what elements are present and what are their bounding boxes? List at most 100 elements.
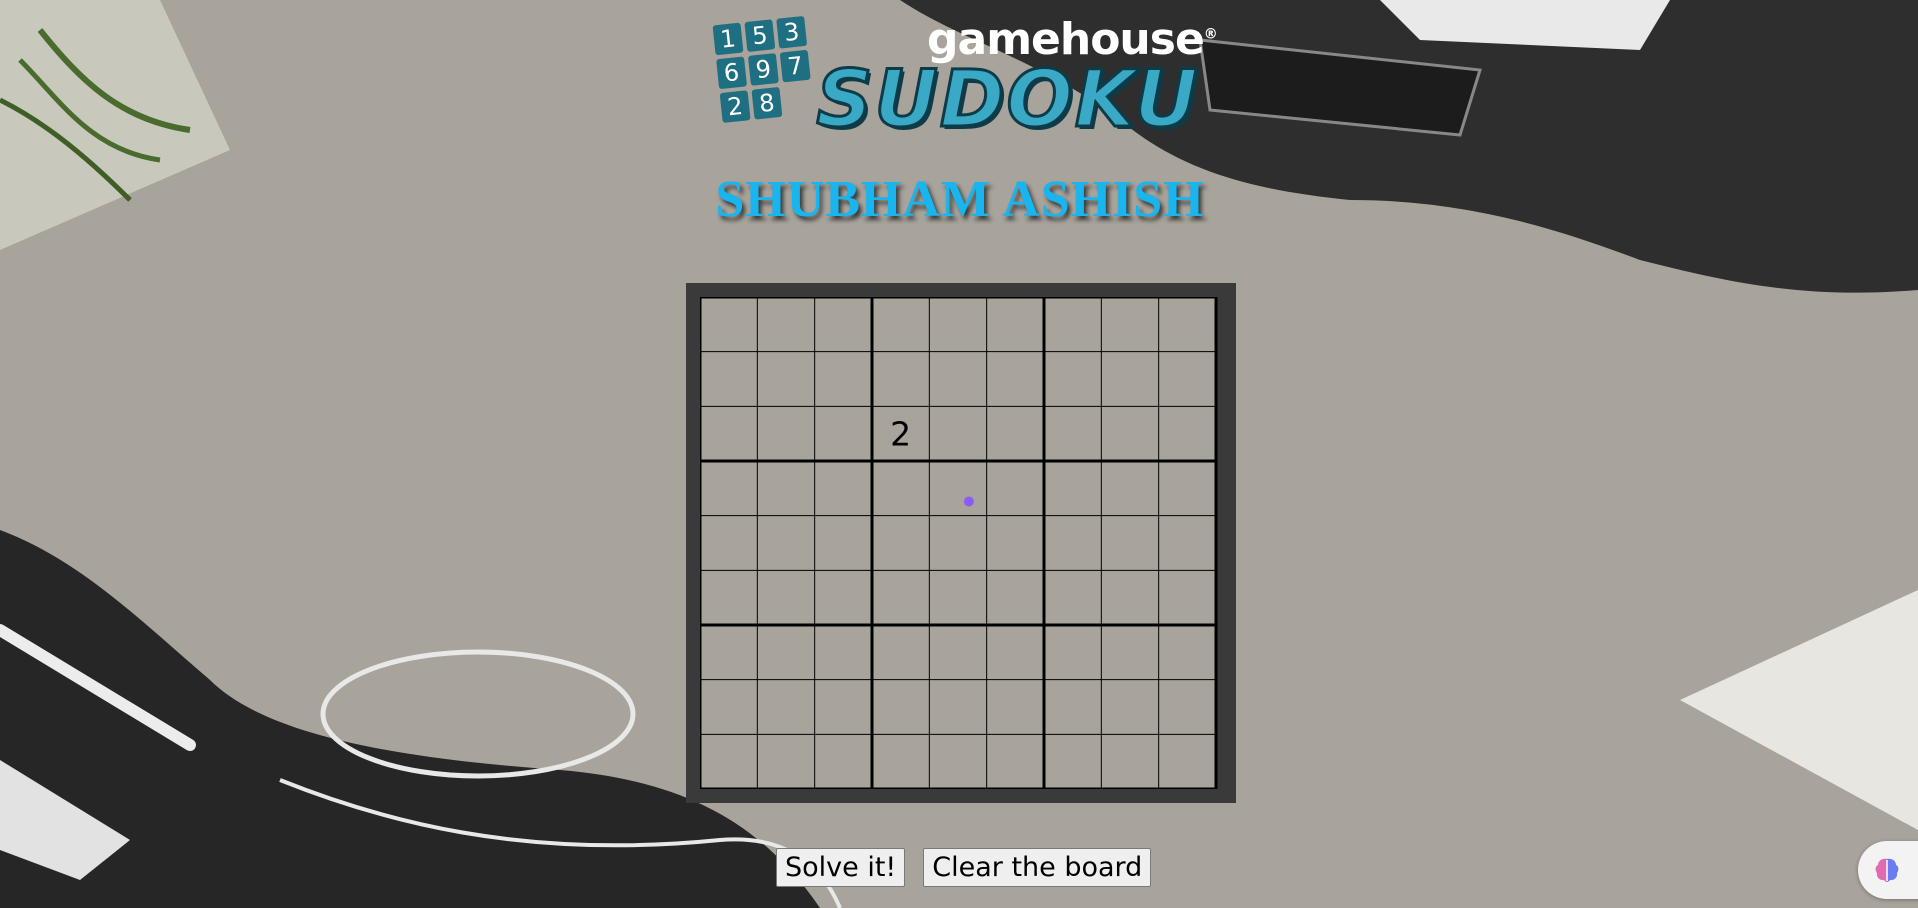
sudoku-cell[interactable] [1044, 734, 1101, 789]
sudoku-cell[interactable] [757, 570, 814, 625]
sudoku-cell[interactable] [1159, 516, 1216, 571]
sudoku-cell[interactable] [1101, 461, 1158, 516]
sudoku-cell[interactable] [929, 352, 986, 407]
sudoku-cell[interactable] [1101, 680, 1158, 735]
sudoku-cell[interactable] [1159, 352, 1216, 407]
sudoku-cell[interactable] [872, 461, 929, 516]
logo-tile: 2 [719, 90, 751, 123]
sudoku-cell[interactable] [1159, 625, 1216, 680]
sudoku-cell[interactable] [815, 734, 872, 789]
sudoku-cell[interactable] [700, 570, 757, 625]
sudoku-cell[interactable] [1159, 406, 1216, 461]
sudoku-cell[interactable] [929, 516, 986, 571]
sudoku-cell[interactable] [1044, 406, 1101, 461]
sudoku-cell[interactable] [1159, 297, 1216, 352]
solve-button[interactable]: Solve it! [776, 848, 906, 887]
sudoku-cell[interactable] [987, 352, 1044, 407]
sudoku-cell[interactable] [987, 680, 1044, 735]
sudoku-cell[interactable] [987, 516, 1044, 571]
sudoku-board: 2 [686, 283, 1236, 803]
sudoku-cell[interactable] [929, 406, 986, 461]
sudoku-cell[interactable] [872, 352, 929, 407]
clear-board-button[interactable]: Clear the board [923, 848, 1152, 887]
sudoku-cell[interactable] [1101, 734, 1158, 789]
logo-tile: 6 [716, 56, 748, 90]
sudoku-cell[interactable] [1044, 680, 1101, 735]
sudoku-cell[interactable] [987, 625, 1044, 680]
sudoku-cell[interactable] [929, 570, 986, 625]
logo-tile: 9 [747, 53, 779, 86]
sudoku-cell[interactable] [700, 516, 757, 571]
sudoku-cell[interactable] [815, 516, 872, 571]
sudoku-cell[interactable] [757, 680, 814, 735]
sudoku-cell[interactable] [987, 570, 1044, 625]
sudoku-cell[interactable] [757, 734, 814, 789]
sudoku-cell[interactable] [987, 406, 1044, 461]
sudoku-cell[interactable] [987, 734, 1044, 789]
sudoku-cell[interactable] [872, 734, 929, 789]
logo-number-tiles: 1 5 3 6 9 7 2 8 [712, 15, 824, 135]
assistant-button[interactable] [1858, 841, 1918, 899]
sudoku-cell[interactable] [987, 461, 1044, 516]
registered-mark: ® [1203, 26, 1218, 43]
sudoku-cell[interactable] [1159, 680, 1216, 735]
action-buttons: Solve it! Clear the board [776, 848, 1152, 887]
sudoku-cell[interactable] [815, 406, 872, 461]
sudoku-cell[interactable] [757, 625, 814, 680]
sudoku-cell[interactable] [700, 297, 757, 352]
sudoku-cell[interactable] [757, 297, 814, 352]
sudoku-cell[interactable] [815, 570, 872, 625]
sudoku-cell[interactable] [1044, 570, 1101, 625]
sudoku-cell[interactable] [929, 680, 986, 735]
sudoku-cell[interactable] [700, 680, 757, 735]
sudoku-cell[interactable] [700, 461, 757, 516]
sudoku-cell[interactable] [872, 570, 929, 625]
sudoku-cell[interactable] [872, 297, 929, 352]
sudoku-cell[interactable] [1101, 352, 1158, 407]
sudoku-cell[interactable] [1101, 625, 1158, 680]
sudoku-cell[interactable] [1044, 516, 1101, 571]
sudoku-cell[interactable] [872, 680, 929, 735]
sudoku-cell[interactable] [757, 461, 814, 516]
sudoku-cell[interactable] [700, 734, 757, 789]
sudoku-cell[interactable] [700, 352, 757, 407]
sudoku-cell[interactable] [815, 680, 872, 735]
sudoku-cell[interactable] [872, 516, 929, 571]
sudoku-cell[interactable] [929, 625, 986, 680]
logo-tile: 5 [744, 19, 776, 53]
cursor-dot [963, 496, 974, 507]
gamehouse-sudoku-logo: 1 5 3 6 9 7 2 8 gamehouse® SUDOKU [712, 14, 1218, 142]
sudoku-cell[interactable] [1101, 570, 1158, 625]
sudoku-cell[interactable] [929, 734, 986, 789]
sudoku-cell[interactable] [1101, 297, 1158, 352]
sudoku-cell[interactable] [700, 625, 757, 680]
sudoku-cell[interactable] [1101, 516, 1158, 571]
brain-icon [1875, 858, 1899, 882]
sudoku-cell[interactable] [1044, 461, 1101, 516]
sudoku-cell[interactable] [987, 297, 1044, 352]
sudoku-cell[interactable] [757, 352, 814, 407]
sudoku-cell[interactable] [815, 625, 872, 680]
sudoku-cell[interactable] [815, 461, 872, 516]
sudoku-cell[interactable] [1159, 570, 1216, 625]
sudoku-cell[interactable] [1044, 352, 1101, 407]
sudoku-cell[interactable] [1044, 297, 1101, 352]
sudoku-cell[interactable] [757, 516, 814, 571]
sudoku-cell[interactable] [815, 352, 872, 407]
page-title: SHUBHAM ASHISH [715, 171, 1205, 228]
sudoku-grid: 2 [700, 297, 1218, 789]
sudoku-cell[interactable] [872, 625, 929, 680]
sudoku-cell[interactable] [929, 461, 986, 516]
sudoku-cell[interactable] [1044, 625, 1101, 680]
cell-value: 2 [890, 415, 911, 454]
sudoku-cell[interactable] [1159, 734, 1216, 789]
sudoku-cell[interactable] [1101, 406, 1158, 461]
sudoku-cell[interactable] [757, 406, 814, 461]
sudoku-cell[interactable] [815, 297, 872, 352]
logo-tile: 7 [779, 49, 811, 83]
sudoku-cell[interactable] [700, 406, 757, 461]
logo-tile: 1 [712, 22, 744, 56]
sudoku-cell[interactable] [929, 297, 986, 352]
sudoku-cell[interactable] [1159, 461, 1216, 516]
logo-tile: 8 [751, 86, 783, 120]
